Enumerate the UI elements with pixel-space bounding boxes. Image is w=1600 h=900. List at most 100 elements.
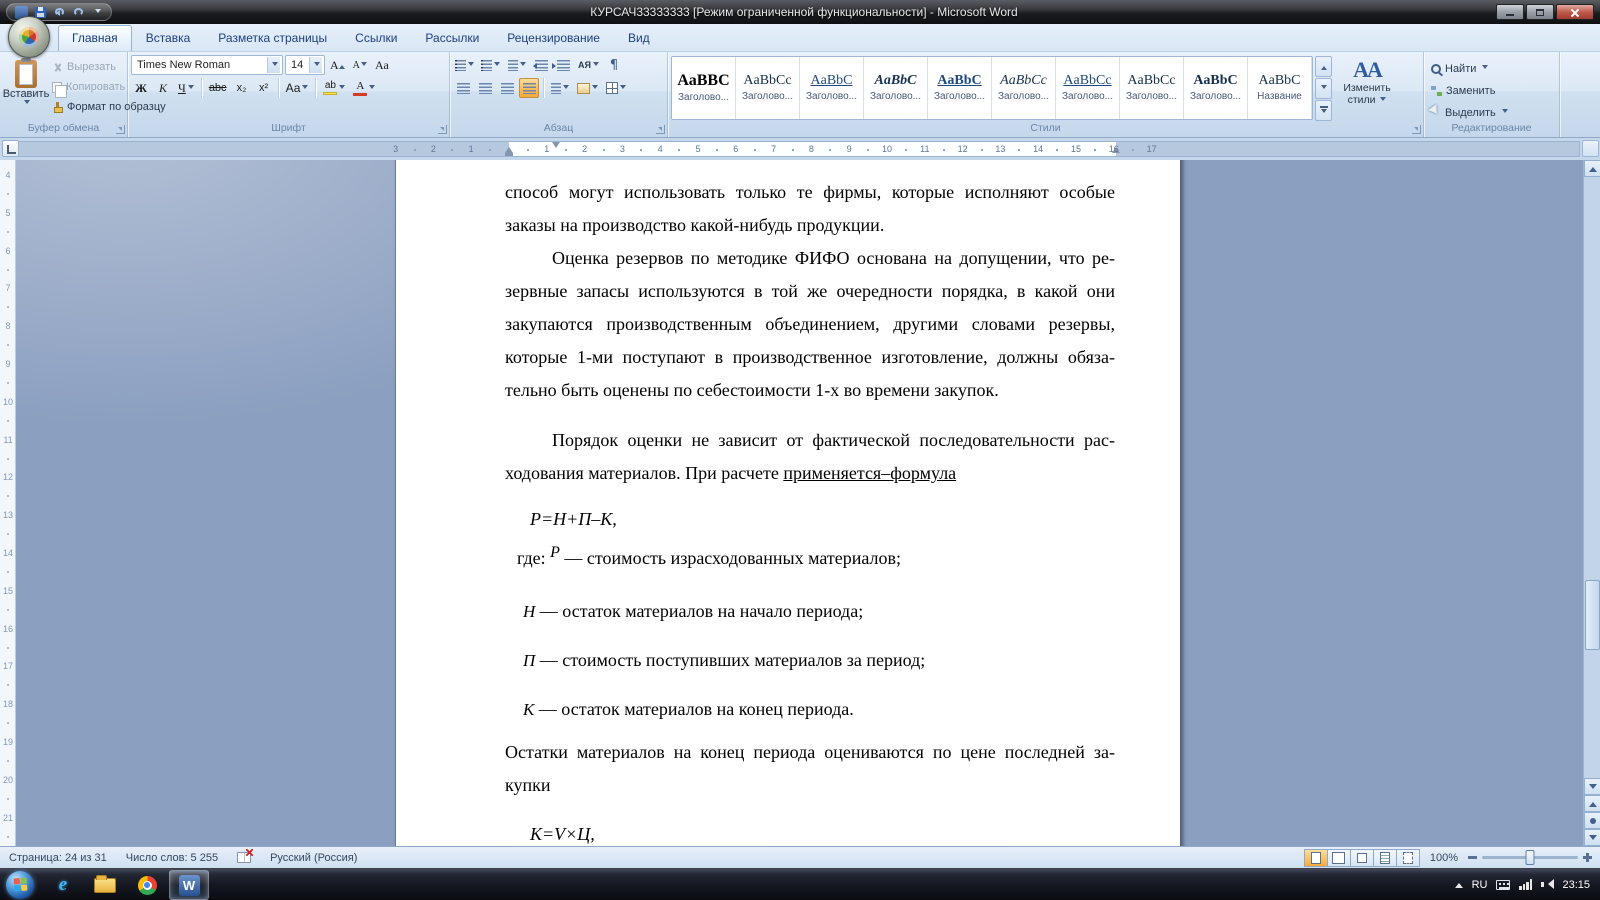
bullets-button[interactable] xyxy=(453,55,477,75)
scroll-down-button[interactable] xyxy=(1584,778,1600,795)
network-icon[interactable] xyxy=(1519,879,1533,890)
style-item-8[interactable]: AaBbCc Заголово... xyxy=(1120,57,1184,119)
font-size-combo[interactable]: 14 xyxy=(285,55,325,75)
first-line-indent-marker[interactable] xyxy=(552,142,560,152)
web-layout-view-button[interactable] xyxy=(1349,848,1374,867)
fullscreen-reading-view-button[interactable] xyxy=(1326,848,1351,867)
styles-scroll-down-button[interactable] xyxy=(1315,78,1332,99)
language-indicator[interactable]: Русский (Россия) xyxy=(261,847,367,868)
previous-page-button[interactable] xyxy=(1584,795,1600,812)
style-item-7[interactable]: AaBbCc Заголово... xyxy=(1056,57,1120,119)
document-text[interactable]: способ могут использовать только те фирм… xyxy=(505,176,1115,846)
taskbar-word-active[interactable]: W xyxy=(169,870,209,900)
align-right-button[interactable] xyxy=(497,78,517,98)
superscript-button[interactable]: x² xyxy=(254,78,274,98)
shrink-font-button[interactable]: А xyxy=(350,55,370,75)
style-item-10[interactable]: AaBbC Название xyxy=(1248,57,1312,119)
clipboard-dialog-launcher[interactable] xyxy=(116,125,125,134)
clear-formatting-button[interactable]: Аа xyxy=(372,55,392,75)
maximize-button[interactable] xyxy=(1526,4,1554,20)
font-dialog-launcher[interactable] xyxy=(438,125,447,134)
taskbar-internet-explorer[interactable]: e xyxy=(43,870,83,900)
style-item-1[interactable]: АаВВС Заголово... xyxy=(672,57,736,119)
tab-Ссылки[interactable]: Ссылки xyxy=(341,25,411,51)
sort-button[interactable]: АЯ xyxy=(575,55,602,75)
shading-button[interactable] xyxy=(574,78,601,98)
tab-Рецензирование[interactable]: Рецензирование xyxy=(493,25,614,51)
document-page[interactable]: способ могут использовать только те фирм… xyxy=(395,160,1180,846)
zoom-thumb[interactable] xyxy=(1525,850,1535,865)
align-center-button[interactable] xyxy=(475,78,495,98)
minimize-button[interactable] xyxy=(1496,4,1524,20)
outline-view-button[interactable] xyxy=(1372,848,1397,867)
align-left-button[interactable] xyxy=(453,78,473,98)
font-family-dropdown[interactable] xyxy=(267,57,280,73)
borders-button[interactable] xyxy=(603,78,629,98)
qat-customize-button[interactable] xyxy=(89,5,105,19)
scrollbar-thumb[interactable] xyxy=(1585,580,1600,650)
style-item-6[interactable]: AaBbCc Заголово... xyxy=(992,57,1056,119)
font-size-dropdown[interactable] xyxy=(309,57,322,73)
style-item-9[interactable]: AaBbC Заголово... xyxy=(1184,57,1248,119)
zoom-track[interactable] xyxy=(1482,850,1578,865)
justify-button[interactable] xyxy=(519,78,539,98)
styles-more-button[interactable] xyxy=(1315,100,1332,121)
italic-button[interactable]: К xyxy=(153,78,173,98)
numbering-button[interactable] xyxy=(479,55,503,75)
next-page-button[interactable] xyxy=(1584,829,1600,846)
increase-indent-button[interactable] xyxy=(551,55,573,75)
ruler-toggle-button[interactable] xyxy=(1582,140,1599,157)
underline-button[interactable]: Ч xyxy=(175,78,197,98)
vertical-scrollbar[interactable] xyxy=(1583,160,1600,846)
volume-icon[interactable] xyxy=(1541,879,1555,890)
close-button[interactable] xyxy=(1556,4,1594,20)
clock[interactable]: 23:15 xyxy=(1562,879,1590,891)
tab-Рассылки[interactable]: Рассылки xyxy=(411,25,493,51)
tab-stop-selector[interactable] xyxy=(2,140,19,157)
multilevel-list-button[interactable] xyxy=(505,55,529,75)
proofing-status[interactable] xyxy=(228,847,261,868)
grow-font-button[interactable]: А xyxy=(327,55,348,75)
tab-Вставка[interactable]: Вставка xyxy=(132,25,205,51)
office-button[interactable] xyxy=(8,16,50,58)
zoom-out-button[interactable] xyxy=(1468,856,1477,859)
styles-scroll-up-button[interactable] xyxy=(1315,56,1332,77)
language-switcher[interactable]: RU xyxy=(1472,879,1488,891)
scroll-up-button[interactable] xyxy=(1584,160,1600,177)
taskbar-browser[interactable] xyxy=(127,870,167,900)
change-styles-button[interactable]: АА Изменить стили xyxy=(1335,55,1399,121)
style-item-5[interactable]: AaBbC Заголово... xyxy=(928,57,992,119)
keyboard-layout-icon[interactable] xyxy=(1496,879,1511,890)
font-family-combo[interactable]: Times New Roman xyxy=(131,55,283,75)
find-button[interactable]: Найти xyxy=(1427,59,1556,78)
left-indent-marker[interactable] xyxy=(505,153,513,156)
undo-button[interactable] xyxy=(51,5,67,19)
change-case-button[interactable]: Аа xyxy=(283,78,312,98)
style-item-3[interactable]: AaBbC Заголово... xyxy=(800,57,864,119)
decrease-indent-button[interactable] xyxy=(531,55,551,75)
tab-Вид[interactable]: Вид xyxy=(614,25,664,51)
tab-Главная[interactable]: Главная xyxy=(58,25,132,51)
paragraph-dialog-launcher[interactable] xyxy=(656,125,665,134)
taskbar-file-explorer[interactable] xyxy=(85,870,125,900)
styles-dialog-launcher[interactable] xyxy=(1412,125,1421,134)
vertical-ruler[interactable]: 4 5 6 7 8 9 10 11 12 13 14 15 16 17 18 19 20 21 xyxy=(0,160,16,846)
zoom-level-button[interactable]: 100% xyxy=(1424,852,1464,864)
strikethrough-button[interactable]: abc xyxy=(206,78,230,98)
select-browse-object-button[interactable] xyxy=(1584,812,1600,829)
line-spacing-button[interactable] xyxy=(548,78,572,98)
zoom-in-button[interactable] xyxy=(1583,853,1592,862)
start-button[interactable] xyxy=(6,870,34,899)
word-count[interactable]: Число слов: 5 255 xyxy=(117,847,228,868)
draft-view-button[interactable] xyxy=(1395,848,1420,867)
page-indicator[interactable]: Страница: 24 из 31 xyxy=(0,847,117,868)
style-item-4[interactable]: AaBbC Заголово... xyxy=(864,57,928,119)
show-marks-button[interactable]: ¶ xyxy=(604,55,624,75)
redo-button[interactable] xyxy=(70,5,86,19)
tab-Разметка страницы[interactable]: Разметка страницы xyxy=(204,25,341,51)
subscript-button[interactable]: x₂ xyxy=(232,78,252,98)
highlight-button[interactable]: ab xyxy=(320,78,348,98)
select-button[interactable]: Выделить xyxy=(1427,103,1556,122)
paste-button[interactable]: Вставить xyxy=(3,55,49,121)
bold-button[interactable]: Ж xyxy=(131,78,151,98)
